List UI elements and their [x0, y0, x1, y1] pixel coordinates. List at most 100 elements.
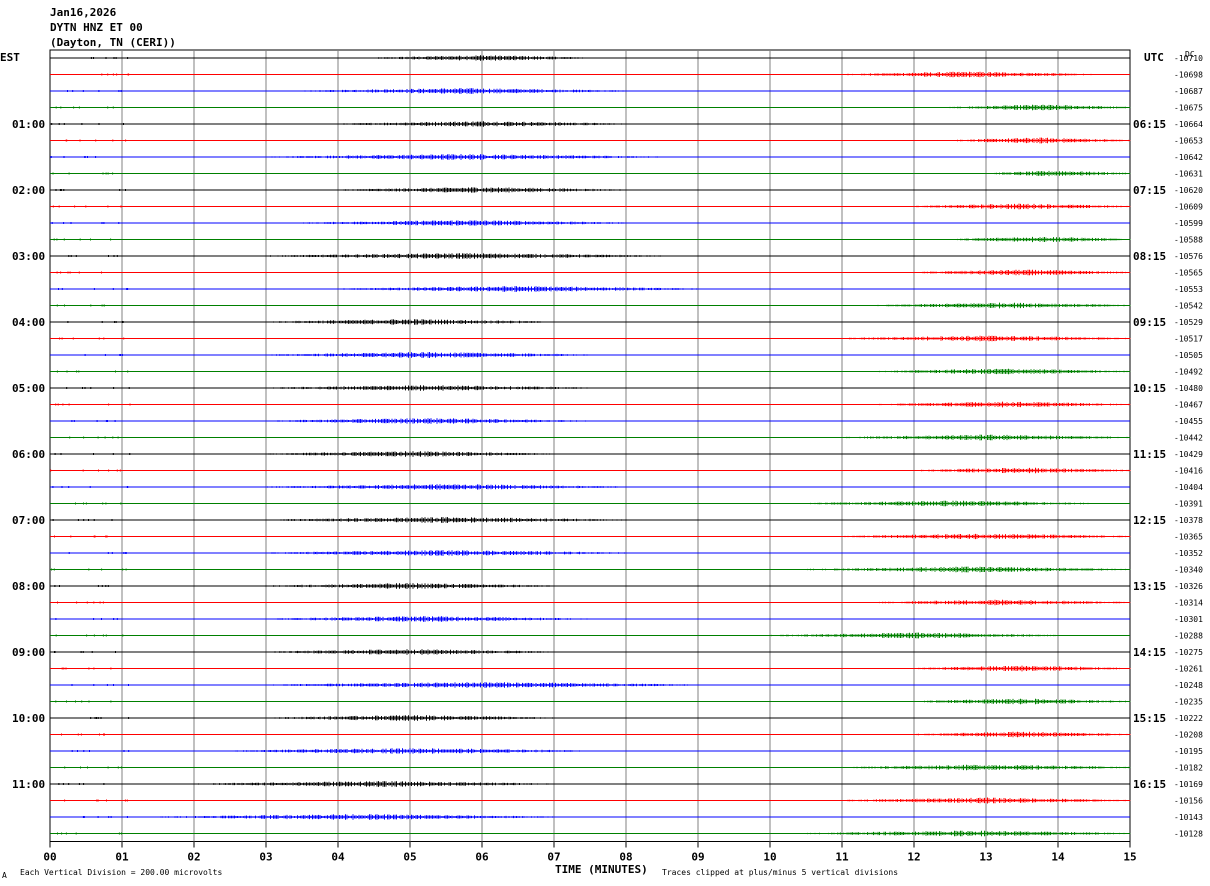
vertical-scale-note: Each Vertical Division = 200.00 microvol… [20, 868, 222, 877]
dc-offset-label: -10222 [1174, 714, 1203, 723]
utc-label: 07:15 [1133, 184, 1166, 197]
dc-offset-label: -10326 [1174, 582, 1203, 591]
dc-offset-label: -10529 [1174, 318, 1203, 327]
utc-label: 09:15 [1133, 316, 1166, 329]
est-label: 02:00 [12, 184, 45, 197]
x-tick-label: 11 [835, 851, 849, 864]
dc-offset-label: -10664 [1174, 120, 1203, 129]
est-hour-labels: 01:00 02:00 03:00 04:00 05:00 06:00 07:00 08:00… [12, 118, 45, 791]
dc-offset-label: -10653 [1174, 137, 1203, 146]
left-zone-label: EST [0, 51, 20, 64]
x-axis: 00 01 02 03 04 05 06 07 08 09 10 11 12 13 14 15 [43, 841, 1137, 864]
dc-offset-label: -10128 [1174, 830, 1203, 839]
dc-offset-label: -10467 [1174, 401, 1203, 410]
station-code: DYTN HNZ ET 00 [50, 21, 143, 34]
utc-label: 12:15 [1133, 514, 1166, 527]
dc-offset-label: -10314 [1174, 599, 1203, 608]
dc-offset-label: -10698 [1174, 71, 1203, 80]
trace-signal-24 [54, 451, 555, 457]
est-label: 01:00 [12, 118, 45, 131]
dc-offset-label: -10288 [1174, 632, 1203, 641]
est-label: 06:00 [12, 448, 45, 461]
helicorder-plot: Jan16,2026 DYTN HNZ ET 00 (Dayton, TN (C… [0, 6, 1203, 880]
x-tick-label: 04 [331, 851, 345, 864]
seismic-traces [50, 55, 1131, 837]
dc-offset-label: -10599 [1174, 219, 1203, 228]
dc-offset-label: -10416 [1174, 467, 1203, 476]
x-tick-label: 14 [1051, 851, 1065, 864]
dc-offset-label: -10565 [1174, 269, 1203, 278]
x-tick-label: 15 [1123, 851, 1136, 864]
right-zone-label: UTC [1144, 51, 1164, 64]
utc-label: 10:15 [1133, 382, 1166, 395]
dc-offset-label: -10609 [1174, 203, 1203, 212]
x-tick-label: 00 [43, 851, 56, 864]
dc-offset-label: -10687 [1174, 87, 1203, 96]
dc-offset-label: -10576 [1174, 252, 1203, 261]
dc-offset-label: -10480 [1174, 384, 1203, 393]
x-tick-label: 09 [691, 851, 704, 864]
plot-date: Jan16,2026 [50, 6, 117, 19]
dc-offset-label: -10378 [1174, 516, 1203, 525]
dc-offset-label: -10553 [1174, 285, 1203, 294]
dc-offset-label: -10365 [1174, 533, 1203, 542]
x-tick-label: 10 [763, 851, 776, 864]
plot-frame [49, 49, 1131, 842]
dc-offset-label: -10620 [1174, 186, 1203, 195]
est-label: 09:00 [12, 646, 45, 659]
dc-offset-label: -10156 [1174, 797, 1203, 806]
x-tick-label: 03 [259, 851, 272, 864]
dc-offset-label: -10195 [1174, 747, 1203, 756]
dc-offset-label: -10517 [1174, 335, 1203, 344]
est-label: 03:00 [12, 250, 45, 263]
dc-offset-label: -10235 [1174, 698, 1203, 707]
utc-label: 13:15 [1133, 580, 1166, 593]
x-tick-label: 01 [115, 851, 129, 864]
x-tick-label: 07 [547, 851, 560, 864]
utc-label: 15:15 [1133, 712, 1166, 725]
utc-label: 08:15 [1133, 250, 1166, 263]
clip-note: Traces clipped at plus/minus 5 vertical … [662, 868, 898, 877]
dc-offset-label: -10340 [1174, 566, 1203, 575]
utc-label: 14:15 [1133, 646, 1166, 659]
est-label: 07:00 [12, 514, 45, 527]
dc-offset-label: -10248 [1174, 681, 1203, 690]
utc-label: 06:15 [1133, 118, 1166, 131]
x-tick-label: 02 [187, 851, 200, 864]
dc-offset-label: -10404 [1174, 483, 1203, 492]
dc-offset-label: -10710 [1174, 54, 1203, 63]
est-label: 04:00 [12, 316, 45, 329]
dc-offset-label: -10675 [1174, 104, 1203, 113]
x-tick-label: 13 [979, 851, 992, 864]
utc-label: 11:15 [1133, 448, 1166, 461]
dc-offset-label: -10352 [1174, 549, 1203, 558]
x-tick-label: 06 [475, 851, 489, 864]
est-label: 05:00 [12, 382, 45, 395]
dc-offset-label: -10642 [1174, 153, 1203, 162]
x-tick-label: 08 [619, 851, 632, 864]
est-label: 11:00 [12, 778, 45, 791]
dc-offset-label: -10169 [1174, 780, 1203, 789]
utc-label: 16:15 [1133, 778, 1166, 791]
dc-offset-label: -10505 [1174, 351, 1203, 360]
dc-offset-label: -10391 [1174, 500, 1203, 509]
utc-hour-labels: 06:15 07:15 08:15 09:15 10:15 11:15 12:15 13:15… [1133, 118, 1166, 791]
time-grid [49, 49, 1131, 842]
dc-offset-label: -10455 [1174, 417, 1203, 426]
dc-offset-label: -10631 [1174, 170, 1203, 179]
dc-offset-label: -10275 [1174, 648, 1203, 657]
dc-offset-label: -10208 [1174, 731, 1203, 740]
est-label: 08:00 [12, 580, 45, 593]
x-tick-label: 05 [403, 851, 416, 864]
dc-offset-label: -10429 [1174, 450, 1203, 459]
dc-offset-labels: -10710 -10698 -10687 -10675 -10664 -10653 -106… [1174, 54, 1203, 839]
dc-offset-label: -10542 [1174, 302, 1203, 311]
dc-offset-label: -10588 [1174, 236, 1203, 245]
dc-offset-label: -10442 [1174, 434, 1203, 443]
x-axis-title: TIME (MINUTES) [555, 863, 648, 876]
est-label: 10:00 [12, 712, 45, 725]
station-location: (Dayton, TN (CERI)) [50, 36, 176, 49]
dc-offset-label: -10143 [1174, 813, 1203, 822]
dc-offset-label: -10492 [1174, 368, 1203, 377]
dc-offset-label: -10182 [1174, 764, 1203, 773]
